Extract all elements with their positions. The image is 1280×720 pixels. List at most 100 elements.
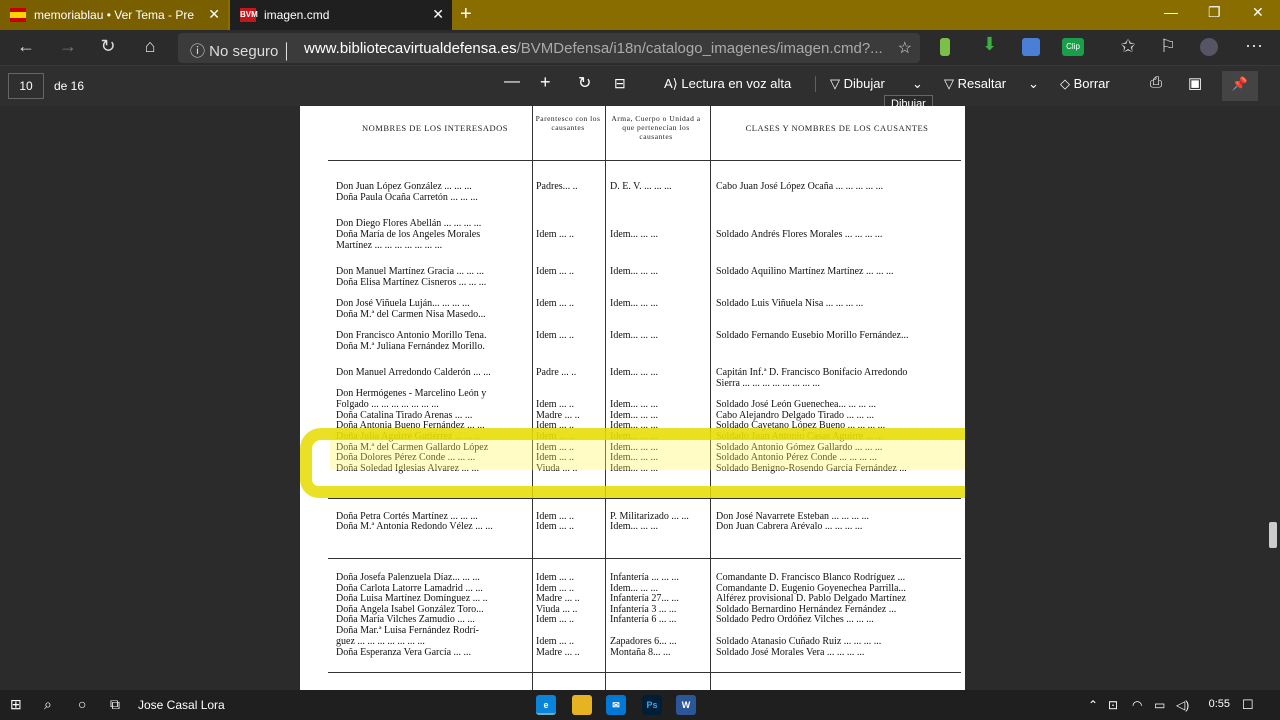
row-name: Folgado ... ... ... ... ... ... ... bbox=[336, 399, 439, 410]
row-kinship: Idem ... .. bbox=[536, 266, 575, 277]
chevron-down-icon[interactable]: ⌄ bbox=[912, 76, 923, 92]
row-kinship: Padre ... .. bbox=[536, 367, 577, 378]
yellow-ink-annotation bbox=[300, 428, 965, 498]
chevron-down-icon[interactable]: ⌄ bbox=[1028, 76, 1039, 92]
row-kinship: Idem ... .. bbox=[536, 298, 575, 309]
close-icon[interactable]: ✕ bbox=[208, 6, 220, 23]
edge-icon[interactable]: e bbox=[536, 695, 556, 715]
address-bar: ← → ↻ ⌂ ⓘ No seguro │ www.bibliotecavirt… bbox=[0, 30, 1280, 66]
notifications-icon[interactable]: ☐ bbox=[1242, 697, 1254, 713]
row-name: Doña Esperanza Vera García ... ... bbox=[336, 647, 472, 658]
pin-icon[interactable]: 📌 bbox=[1222, 71, 1258, 101]
tab-memoriablau[interactable]: memoriablau • Ver Tema - Prese ✕ bbox=[0, 0, 228, 30]
read-aloud-button[interactable]: A⟩ Lectura en voz alta bbox=[664, 76, 791, 92]
cortana-icon[interactable]: ○ bbox=[78, 696, 86, 712]
tab-title: memoriablau • Ver Tema - Prese bbox=[34, 8, 194, 22]
back-icon[interactable]: ← bbox=[14, 36, 38, 57]
minimize-icon[interactable]: — bbox=[1164, 4, 1178, 20]
erase-button[interactable]: ◇ Borrar bbox=[1060, 76, 1110, 92]
row-arm: Idem... ... ... bbox=[610, 229, 659, 240]
fit-page-icon[interactable]: ⊟ bbox=[614, 75, 626, 92]
clip-icon[interactable]: Clip bbox=[1062, 38, 1084, 56]
row-name: Doña María de los Angeles Morales bbox=[336, 229, 481, 240]
tab-imagen[interactable]: BVM imagen.cmd ✕ bbox=[230, 0, 452, 30]
header-kinship: Parentesco con los causantes bbox=[535, 114, 601, 132]
row-kinship: Madre ... .. bbox=[536, 593, 580, 604]
row-arm: D. E. V. ... ... ... bbox=[610, 181, 672, 192]
download-icon[interactable]: ⬇ bbox=[982, 34, 1000, 54]
mail-icon[interactable]: ✉ bbox=[606, 695, 626, 715]
zoom-out-icon[interactable]: — bbox=[504, 73, 520, 91]
extension-green-icon[interactable] bbox=[940, 38, 950, 56]
row-kinship: Idem ... .. bbox=[536, 614, 575, 625]
print-icon[interactable]: ⎙ bbox=[1150, 74, 1162, 91]
row-name: Doña María Vilches Zamudio ... ... bbox=[336, 614, 475, 625]
tray-chevron-icon[interactable]: ⌃ bbox=[1088, 698, 1098, 712]
pdf-page: NOMBRES DE LOS INTERESADOS Parentesco co… bbox=[300, 106, 965, 690]
row-name: Martínez ... ... ... ... ... ... ... bbox=[336, 240, 443, 251]
row-cause: Soldado Pedro Ordóñez Vilches ... ... ..… bbox=[716, 614, 874, 625]
row-kinship: Idem ... .. bbox=[536, 636, 575, 647]
row-kinship: Idem ... .. bbox=[536, 330, 575, 341]
window-close-icon[interactable]: ✕ bbox=[1252, 4, 1264, 21]
row-cause: Alférez provisional D. Pablo Delgado Mar… bbox=[716, 593, 906, 604]
page-number-input[interactable]: 10 bbox=[8, 73, 44, 99]
url-field[interactable]: ⓘ No seguro │ www.bibliotecavirtualdefen… bbox=[178, 33, 920, 63]
row-cause: Soldado Atanasio Cuñado Ruiz ... ... ...… bbox=[716, 636, 882, 647]
row-cause: Soldado Andrés Flores Morales ... ... ..… bbox=[716, 229, 883, 240]
favorite-star-icon[interactable]: ☆ bbox=[898, 38, 912, 58]
row-kinship: Idem ... .. bbox=[536, 572, 575, 583]
row-cause: Soldado Fernando Eusebio Morillo Fernánd… bbox=[716, 330, 909, 341]
draw-button[interactable]: ▽ Dibujar bbox=[830, 76, 885, 92]
highlight-button[interactable]: ▽ Resaltar bbox=[944, 76, 1006, 92]
row-arm: Idem... ... ... bbox=[610, 399, 659, 410]
search-icon[interactable]: ⌕ bbox=[44, 696, 52, 713]
feedback-icon[interactable]: ⚐ bbox=[1156, 36, 1180, 57]
new-tab-button[interactable]: + bbox=[460, 3, 472, 26]
word-icon[interactable]: W bbox=[676, 695, 696, 715]
tab-title: imagen.cmd bbox=[264, 8, 330, 22]
row-cause: Don Juan Cabrera Arévalo ... ... ... ... bbox=[716, 521, 863, 532]
home-icon[interactable]: ⌂ bbox=[138, 36, 162, 57]
scrollbar-thumb[interactable] bbox=[1269, 522, 1277, 548]
task-view-icon[interactable]: ⧉ bbox=[110, 696, 120, 713]
wifi-icon[interactable]: ◠ bbox=[1132, 698, 1142, 712]
battery-icon[interactable]: ▭ bbox=[1154, 698, 1165, 712]
zoom-in-icon[interactable]: + bbox=[540, 72, 551, 93]
taskbar-user: Jose Casal Lora bbox=[138, 698, 225, 712]
row-cause: Comandante D. Francisco Blanco Rodríguez… bbox=[716, 572, 906, 583]
row-arm: Idem... ... ... bbox=[610, 298, 659, 309]
save-icon[interactable]: ▣ bbox=[1188, 74, 1202, 92]
row-arm: Idem... ... ... bbox=[610, 330, 659, 341]
forward-icon[interactable]: → bbox=[56, 36, 80, 57]
row-arm: Zapadores 6... ... bbox=[610, 636, 677, 647]
row-cause: Capitán Inf.ª D. Francisco Bonifacio Arr… bbox=[716, 367, 908, 378]
security-info[interactable]: ⓘ No seguro │ bbox=[190, 40, 292, 61]
favorites-icon[interactable]: ✩ bbox=[1116, 36, 1140, 57]
photoshop-icon[interactable]: Ps bbox=[642, 695, 662, 715]
more-icon[interactable]: ⋯ bbox=[1242, 36, 1266, 57]
row-name: Doña Paula Ocaña Carretón ... ... ... bbox=[336, 192, 478, 203]
tray-icon[interactable]: ⊡ bbox=[1108, 698, 1118, 712]
windows-start-icon[interactable]: ⊞ bbox=[10, 696, 22, 713]
row-name: Don Francisco Antonio Morillo Tena. bbox=[336, 330, 487, 341]
url-path: /BVMDefensa/i18n/catalogo_imagenes/image… bbox=[516, 40, 883, 57]
volume-icon[interactable]: ◁) bbox=[1176, 698, 1189, 712]
bvm-icon: BVM bbox=[240, 8, 258, 22]
row-cause: Soldado José Morales Vera ... ... ... ..… bbox=[716, 647, 865, 658]
explorer-icon[interactable] bbox=[572, 695, 592, 715]
avatar[interactable] bbox=[1200, 38, 1218, 56]
row-arm: Infantería 6 ... ... bbox=[610, 614, 677, 625]
row-arm: Infantería ... ... ... bbox=[610, 572, 679, 583]
row-cause: Cabo Juan José López Ocaña ... ... ... .… bbox=[716, 181, 884, 192]
row-name: Doña Mar.ª Luisa Fernández Rodrí- bbox=[336, 625, 479, 636]
page-count: de 16 bbox=[54, 79, 85, 93]
rotate-icon[interactable]: ↻ bbox=[578, 73, 591, 93]
row-arm: Idem... ... ... bbox=[610, 521, 659, 532]
close-icon[interactable]: ✕ bbox=[432, 6, 444, 23]
refresh-icon[interactable]: ↻ bbox=[96, 36, 120, 57]
maximize-icon[interactable]: ❐ bbox=[1208, 4, 1221, 21]
taskbar: ⊞ ⌕ ○ ⧉ Jose Casal Lora e ✉ Ps W ⌃ ⊡ ◠ ▭… bbox=[0, 690, 1280, 720]
translate-icon[interactable] bbox=[1022, 38, 1040, 56]
row-name: Don José Viñuela Luján... ... ... ... bbox=[336, 298, 470, 309]
